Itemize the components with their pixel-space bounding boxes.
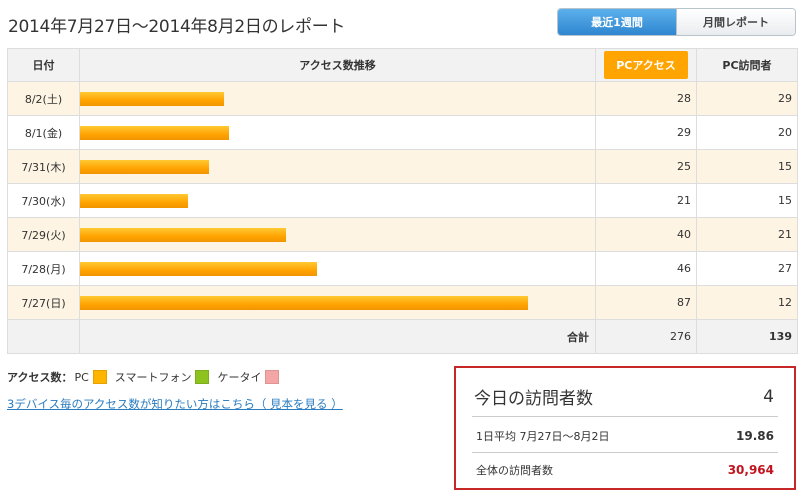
access-report-table: 日付 アクセス数推移 PCアクセス PC訪問者 8/2(土) 28 29 8/1(金)…	[7, 48, 798, 354]
access-bar-cell	[79, 115, 596, 150]
legend-title: アクセス数：	[7, 371, 73, 384]
legend-item-smartphone: スマートフォン	[115, 369, 210, 385]
smartphone-color-swatch	[195, 370, 210, 384]
pc-access-cell: 87	[595, 285, 697, 320]
legend-item-pc: PC	[74, 370, 107, 384]
total-visitors-label: 全体の訪問者数	[476, 464, 553, 477]
date-column-header: 日付	[7, 48, 80, 82]
today-visitors-label: 今日の訪問者数	[474, 389, 593, 409]
access-bar-cell	[79, 81, 596, 116]
page-title: 2014年7月27日〜2014年8月2日のレポート	[8, 17, 346, 37]
legend-label-pc: PC	[74, 370, 89, 384]
total-visitors-row: 全体の訪問者数 30,964	[476, 460, 774, 480]
date-cell: 8/2(土)	[7, 81, 80, 116]
pc-access-cell: 29	[595, 115, 697, 150]
access-bar	[80, 125, 229, 140]
date-cell: 7/27(日)	[7, 285, 80, 320]
total-blank-cell	[7, 319, 80, 354]
access-bar-cell	[79, 285, 596, 320]
pc-visitors-cell: 15	[696, 183, 798, 218]
trend-column-header: アクセス数推移	[79, 48, 596, 82]
pc-access-header-label[interactable]: PCアクセス	[604, 51, 688, 79]
today-visitors-row: 今日の訪問者数 4	[474, 384, 774, 410]
date-cell: 7/28(月)	[7, 251, 80, 286]
pc-access-cell: 25	[595, 149, 697, 184]
access-bar	[80, 295, 528, 310]
date-cell: 7/29(火)	[7, 217, 80, 252]
table-row: 7/27(日) 87 12	[7, 285, 798, 320]
access-bar	[80, 91, 224, 106]
access-bar-cell	[79, 149, 596, 184]
device-legend: アクセス数： PC スマートフォン ケータイ	[7, 369, 287, 385]
access-bar	[80, 159, 209, 174]
total-visitors-value: 30,964	[727, 463, 774, 477]
pc-access-column-header[interactable]: PCアクセス	[595, 48, 697, 82]
pc-visitors-cell: 20	[696, 115, 798, 150]
feature-phone-color-swatch	[265, 370, 280, 384]
access-bar	[80, 193, 188, 208]
date-cell: 7/31(木)	[7, 149, 80, 184]
pc-access-cell: 40	[595, 217, 697, 252]
divider	[472, 452, 778, 453]
pc-access-cell: 46	[595, 251, 697, 286]
table-row: 8/2(土) 28 29	[7, 81, 798, 116]
access-bar-cell	[79, 217, 596, 252]
period-toggle: 最近1週間 月間レポート	[557, 8, 796, 36]
today-visitors-panel: 今日の訪問者数 4 1日平均 7月27日〜8月2日 19.86 全体の訪問者数 …	[454, 366, 796, 490]
access-bar-cell	[79, 183, 596, 218]
pc-visitors-cell: 27	[696, 251, 798, 286]
legend-label-feature-phone: ケータイ	[217, 371, 262, 384]
pc-visitors-cell: 15	[696, 149, 798, 184]
pc-access-cell: 21	[595, 183, 697, 218]
daily-average-label: 1日平均 7月27日〜8月2日	[476, 430, 610, 443]
table-row: 8/1(金) 29 20	[7, 115, 798, 150]
pc-visitors-column-header[interactable]: PC訪問者	[696, 48, 798, 82]
date-cell: 8/1(金)	[7, 115, 80, 150]
access-bar	[80, 261, 317, 276]
pc-color-swatch	[92, 370, 107, 384]
access-bar-cell	[79, 251, 596, 286]
divider	[472, 416, 778, 417]
total-visitors: 139	[696, 319, 798, 354]
table-row: 7/28(月) 46 27	[7, 251, 798, 286]
date-cell: 7/30(水)	[7, 183, 80, 218]
pc-visitors-cell: 29	[696, 81, 798, 116]
total-row: 合計 276 139	[7, 319, 798, 354]
recent-week-button[interactable]: 最近1週間	[558, 9, 676, 35]
pc-visitors-cell: 12	[696, 285, 798, 320]
table-row: 7/30(水) 21 15	[7, 183, 798, 218]
monthly-report-button[interactable]: 月間レポート	[676, 9, 795, 35]
table-row: 7/31(木) 25 15	[7, 149, 798, 184]
pc-access-cell: 28	[595, 81, 697, 116]
device-breakdown-link[interactable]: 3デバイス毎のアクセス数が知りたい方はこちら（ 見本を見る ）	[7, 396, 343, 412]
pc-visitors-cell: 21	[696, 217, 798, 252]
legend-label-smartphone: スマートフォン	[114, 371, 192, 384]
table-header-row: 日付 アクセス数推移 PCアクセス PC訪問者	[7, 48, 798, 82]
total-access: 276	[595, 319, 697, 354]
total-label: 合計	[79, 319, 596, 354]
daily-average-row: 1日平均 7月27日〜8月2日 19.86	[476, 426, 774, 446]
legend-item-feature-phone: ケータイ	[217, 369, 280, 385]
access-bar	[80, 227, 286, 242]
daily-average-value: 19.86	[736, 429, 774, 443]
table-row: 7/29(火) 40 21	[7, 217, 798, 252]
today-visitors-value: 4	[763, 386, 774, 407]
